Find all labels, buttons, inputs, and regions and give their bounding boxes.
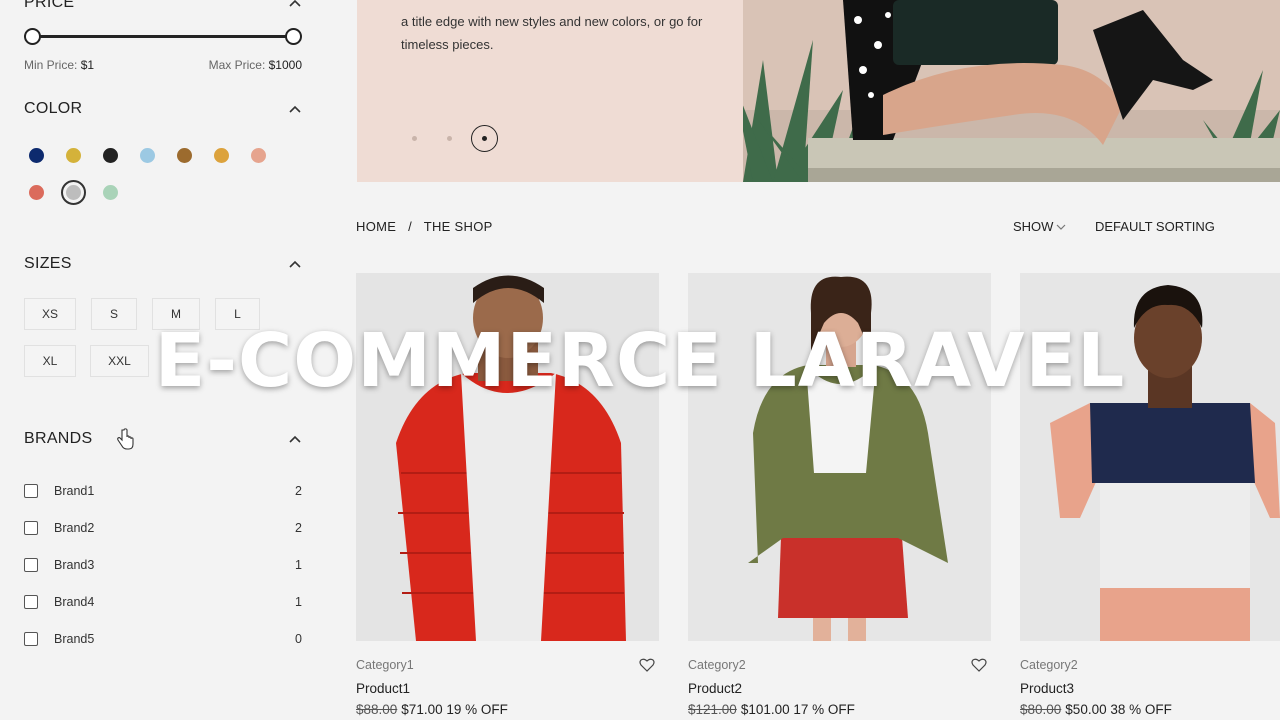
brand-name: Brand5 <box>54 632 95 646</box>
brand-count: 0 <box>295 632 302 646</box>
color-swatch[interactable] <box>103 148 118 163</box>
hero-slide-text-panel: a title edge with new styles and new col… <box>357 0 743 182</box>
sort-dropdown[interactable]: DEFAULT SORTING <box>1095 219 1215 234</box>
brand-checkbox[interactable] <box>24 595 38 609</box>
color-swatch[interactable] <box>103 185 118 200</box>
product-card-info: Category2 Product2 $121.00 $101.00 17 % O… <box>688 658 991 717</box>
brand-count: 2 <box>295 484 302 498</box>
max-price-label: Max Price: $1000 <box>208 58 302 72</box>
hero-banner-image <box>743 0 1280 182</box>
max-price-handle[interactable] <box>285 28 302 45</box>
brand-name: Brand1 <box>54 484 95 498</box>
price-slider-track <box>32 35 294 38</box>
breadcrumb-separator: / <box>408 219 413 234</box>
max-price-value: $1000 <box>268 58 302 72</box>
video-overlay-title: E-COMMERCE LARAVEL <box>154 318 1126 404</box>
product-price: $121.00 $101.00 17 % OFF <box>688 702 991 717</box>
product-price: $88.00 $71.00 19 % OFF <box>356 702 659 717</box>
color-swatch[interactable] <box>214 148 229 163</box>
product-sale-price: $71.00 <box>401 702 443 717</box>
product-discount: 17 % OFF <box>793 702 855 717</box>
slider-dot[interactable] <box>447 136 452 141</box>
product-name[interactable]: Product3 <box>1020 681 1280 696</box>
color-swatch[interactable] <box>177 148 192 163</box>
show-per-page-dropdown[interactable]: SHOW <box>1013 219 1066 234</box>
hand-cursor-icon <box>117 428 134 450</box>
product-discount: 38 % OFF <box>1110 702 1172 717</box>
brand-checkbox[interactable] <box>24 632 38 646</box>
chevron-up-icon[interactable] <box>288 257 302 271</box>
slider-dot-active[interactable] <box>471 125 498 152</box>
show-label: SHOW <box>1013 219 1054 234</box>
chevron-up-icon[interactable] <box>288 0 302 10</box>
brand-checkbox[interactable] <box>24 521 38 535</box>
sizes-section-header[interactable]: SIZES <box>24 255 302 273</box>
color-swatch[interactable] <box>66 148 81 163</box>
product-name[interactable]: Product2 <box>688 681 991 696</box>
min-price-value: $1 <box>80 58 95 72</box>
brand-filter-row[interactable]: Brand4 1 <box>24 595 302 609</box>
product-category[interactable]: Category2 <box>1020 658 1280 672</box>
brands-title: BRANDS <box>24 430 93 447</box>
price-range-slider[interactable] <box>24 28 302 46</box>
product-price: $80.00 $50.00 38 % OFF <box>1020 702 1280 717</box>
chevron-down-icon <box>1057 224 1066 230</box>
price-section-header[interactable]: PRICE <box>24 0 302 12</box>
chevron-up-icon[interactable] <box>288 432 302 446</box>
brand-name: Brand2 <box>54 521 95 535</box>
product-old-price: $121.00 <box>688 702 737 717</box>
product-name[interactable]: Product1 <box>356 681 659 696</box>
brand-count: 1 <box>295 558 302 572</box>
brand-count: 1 <box>295 595 302 609</box>
brand-filter-row[interactable]: Brand2 2 <box>24 521 302 535</box>
breadcrumb-home-link[interactable]: HOME <box>356 219 396 234</box>
product-discount: 19 % OFF <box>446 702 508 717</box>
sizes-title: SIZES <box>24 255 72 272</box>
product-category[interactable]: Category2 <box>688 658 991 672</box>
product-sale-price: $50.00 <box>1065 702 1107 717</box>
color-swatch[interactable] <box>140 148 155 163</box>
hero-model-photo <box>743 0 1280 182</box>
product-card-info: Category2 Product3 $80.00 $50.00 38 % OFF <box>1020 658 1280 717</box>
hero-text: a title edge with new styles and new col… <box>401 14 703 52</box>
brand-name: Brand3 <box>54 558 95 572</box>
brand-checkbox[interactable] <box>24 484 38 498</box>
brand-count: 2 <box>295 521 302 535</box>
color-swatch[interactable] <box>251 148 266 163</box>
product-old-price: $88.00 <box>356 702 398 717</box>
brand-filter-row[interactable]: Brand5 0 <box>24 632 302 646</box>
brand-checkbox[interactable] <box>24 558 38 572</box>
brand-filter-row[interactable]: Brand3 1 <box>24 558 302 572</box>
brands-section-header[interactable]: BRANDS <box>24 430 302 448</box>
heart-icon[interactable] <box>639 658 655 672</box>
min-price-label: Min Price: $1 <box>24 58 95 72</box>
product-category[interactable]: Category1 <box>356 658 659 672</box>
min-price-handle[interactable] <box>24 28 41 45</box>
chevron-up-icon[interactable] <box>288 102 302 116</box>
color-swatch[interactable] <box>29 185 44 200</box>
brand-filter-row[interactable]: Brand1 2 <box>24 484 302 498</box>
color-swatch-selected[interactable] <box>61 180 86 205</box>
color-title: COLOR <box>24 100 83 117</box>
color-swatch[interactable] <box>29 148 44 163</box>
heart-icon[interactable] <box>971 658 987 672</box>
brand-name: Brand4 <box>54 595 95 609</box>
breadcrumb: HOME / THE SHOP <box>356 219 501 234</box>
price-title: PRICE <box>24 0 75 11</box>
product-sale-price: $101.00 <box>740 702 790 717</box>
slider-dot[interactable] <box>412 136 417 141</box>
color-section-header[interactable]: COLOR <box>24 100 302 118</box>
price-range-labels: Min Price: $1 Max Price: $1000 <box>24 58 302 72</box>
product-card-info: Category1 Product1 $88.00 $71.00 19 % OFF <box>356 658 659 717</box>
breadcrumb-current: THE SHOP <box>423 219 493 234</box>
color-swatch-fill <box>66 185 81 200</box>
product-old-price: $80.00 <box>1020 702 1062 717</box>
